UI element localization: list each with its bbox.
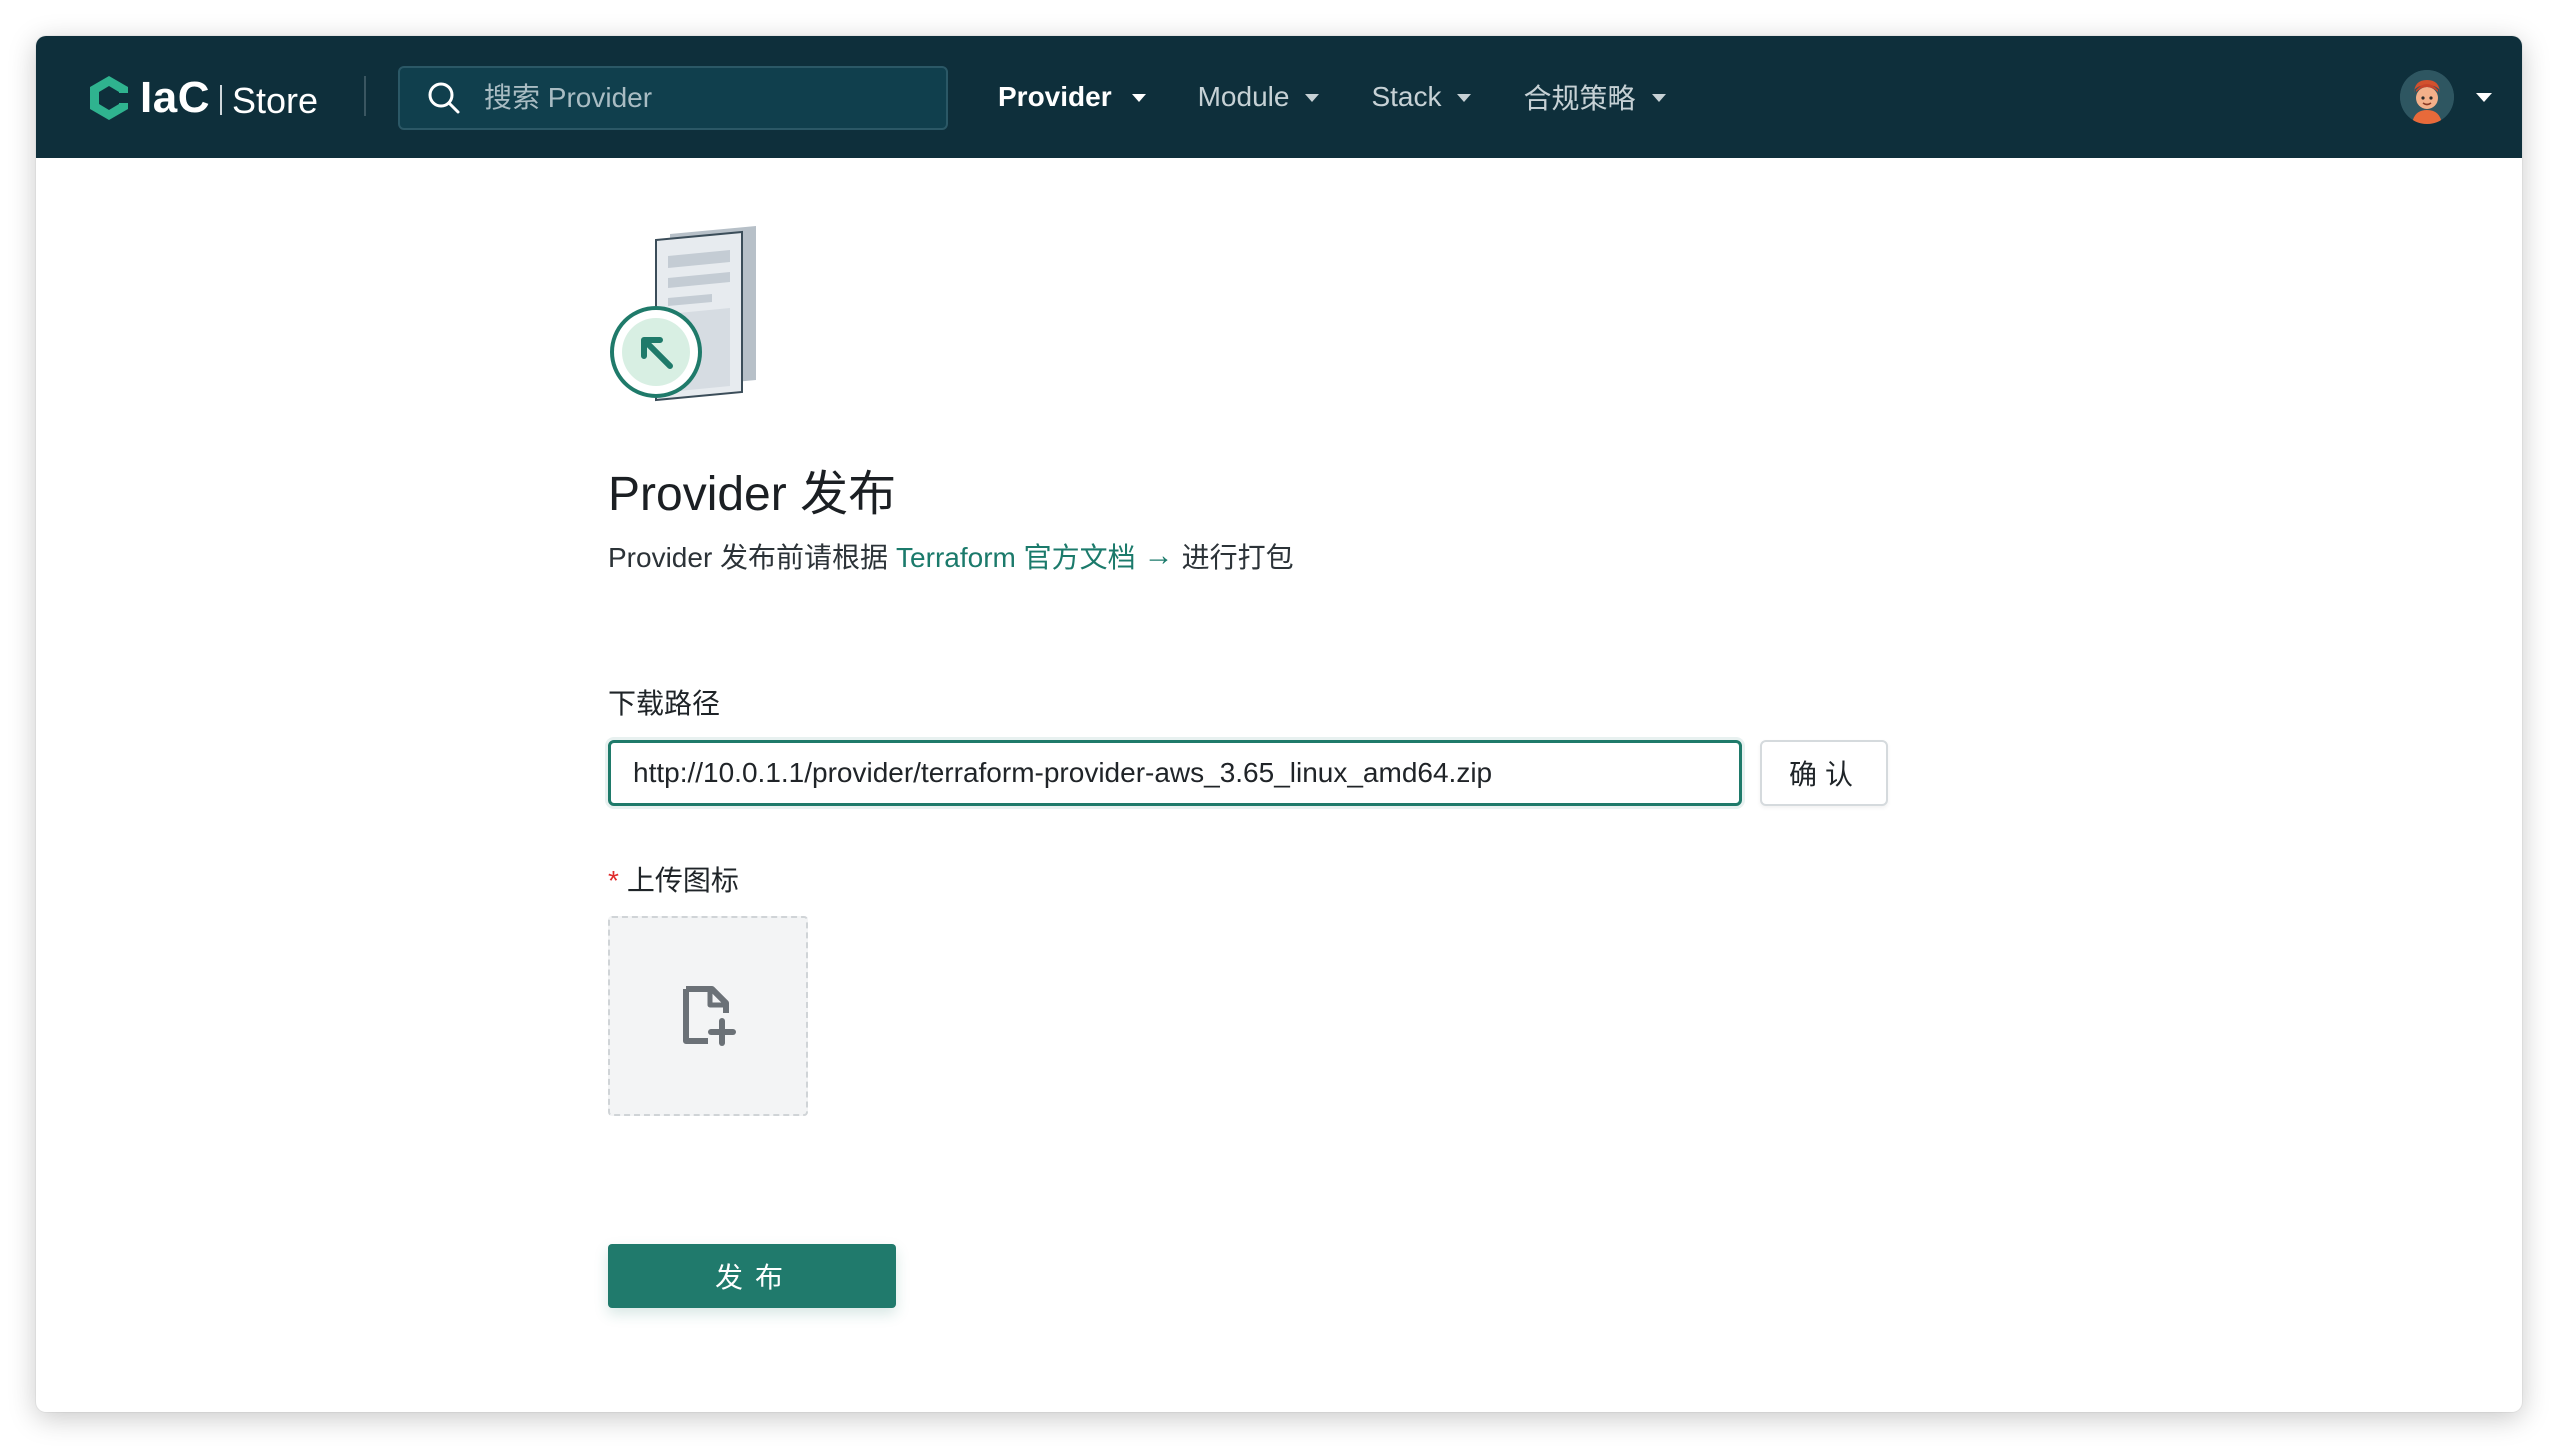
page-subtitle: Provider 发布前请根据 Terraform 官方文档 → 进行打包	[608, 536, 1294, 576]
logo-mark-icon	[90, 76, 130, 120]
logo-brand: IaC	[140, 73, 210, 122]
app-window: IaC Store Provider Module Stack	[36, 36, 2522, 1412]
search-input[interactable]	[482, 81, 922, 115]
user-avatar-icon	[2400, 70, 2454, 124]
chevron-down-icon[interactable]	[2476, 92, 2492, 102]
nav-item-provider[interactable]: Provider	[998, 81, 1146, 113]
search-box[interactable]	[398, 66, 948, 130]
avatar[interactable]	[2400, 70, 2454, 124]
main-nav: Provider Module Stack 合规策略	[998, 36, 1718, 158]
page-title: Provider 发布	[608, 468, 897, 521]
search-icon	[428, 82, 460, 114]
nav-item-label: Provider	[998, 81, 1112, 112]
chevron-down-icon	[1457, 94, 1472, 102]
upload-icon-label: * 上传图标	[608, 859, 739, 899]
logo[interactable]: IaC Store	[86, 70, 318, 126]
logo-product: Store	[231, 80, 319, 121]
nav-item-label: Stack	[1371, 81, 1442, 112]
nav-item-label: Module	[1197, 81, 1290, 112]
download-path-label: 下载路径	[608, 688, 721, 719]
publish-button[interactable]: 发布	[608, 1244, 896, 1308]
icon-upload-dropzone[interactable]	[608, 916, 808, 1116]
terraform-docs-link[interactable]: Terraform 官方文档	[896, 536, 1136, 576]
confirm-button[interactable]: 确认	[1760, 740, 1888, 806]
chevron-down-icon	[1305, 94, 1320, 102]
nav-item-label: 合规策略	[1523, 83, 1636, 114]
top-navigation-bar: IaC Store Provider Module Stack	[36, 36, 2522, 158]
required-marker: *	[608, 865, 619, 896]
nav-item-module[interactable]: Module	[1198, 81, 1320, 113]
file-add-icon	[683, 986, 736, 1046]
upload-icon-label-text: 上传图标	[626, 865, 739, 896]
subtitle-prefix: Provider 发布前请根据	[608, 542, 889, 573]
nav-divider	[364, 76, 366, 116]
chevron-down-icon	[1131, 94, 1146, 102]
publish-document-illustration	[610, 226, 756, 402]
nav-item-stack[interactable]: Stack	[1371, 81, 1472, 113]
nav-item-compliance-policy[interactable]: 合规策略	[1523, 77, 1666, 117]
chevron-down-icon	[1651, 94, 1666, 102]
subtitle-suffix: 进行打包	[1181, 542, 1294, 573]
download-path-input[interactable]	[608, 740, 1742, 806]
user-menu[interactable]	[2400, 70, 2492, 124]
logo-separator	[219, 85, 222, 115]
arrow-right-icon: →	[1143, 539, 1174, 572]
